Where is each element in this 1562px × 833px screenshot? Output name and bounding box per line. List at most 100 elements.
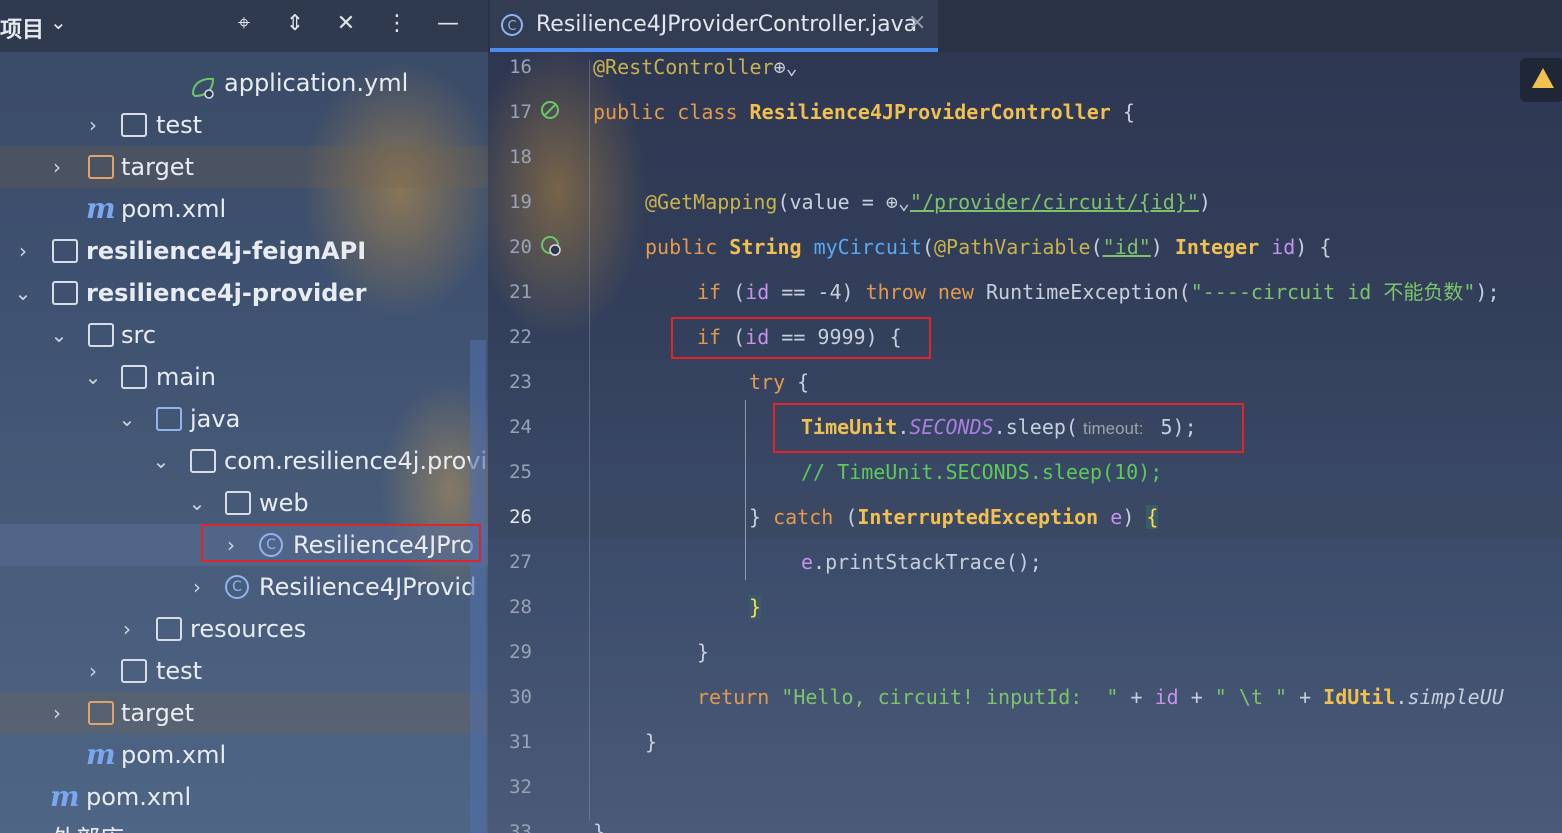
tree-item-module-provider[interactable]: ⌄ resilience4j-provider xyxy=(0,272,488,314)
tree-item-external-libraries[interactable]: 外部库 xyxy=(0,818,488,833)
code-token: ) xyxy=(1198,190,1211,214)
line-number: 32 xyxy=(509,776,532,798)
code-token: // TimeUnit.SECONDS.sleep(10); xyxy=(801,460,1163,484)
package-icon xyxy=(190,449,216,473)
code-token: @GetMapping xyxy=(645,190,778,214)
tab-label: Resilience4JProviderController.java xyxy=(536,12,918,37)
code-line-20: public String myCircuit(@PathVariable("i… xyxy=(645,232,1331,262)
code-token: == -4) xyxy=(769,280,866,304)
spring-boot-class-icon: C xyxy=(225,575,249,599)
tree-item-main[interactable]: ⌄ main xyxy=(0,356,488,398)
chevron-down-icon[interactable]: ⌄ xyxy=(50,10,67,34)
chevron-down-icon[interactable]: ⌄ xyxy=(186,482,208,524)
warning-icon xyxy=(1532,68,1554,88)
tree-item-label: target xyxy=(121,153,194,181)
tree-item-label: main xyxy=(156,363,216,391)
folder-excluded-icon xyxy=(88,155,114,179)
chevron-down-icon[interactable]: ⌄ xyxy=(150,440,172,482)
line-number: 20 xyxy=(509,236,532,258)
tree-item-label: resilience4j-provider xyxy=(86,279,367,307)
tree-item-web[interactable]: ⌄ web xyxy=(0,482,488,524)
resources-folder-icon xyxy=(156,617,182,641)
code-token: { xyxy=(1110,100,1135,124)
tree-item-target[interactable]: › target xyxy=(0,692,488,734)
tree-item-target[interactable]: › target xyxy=(0,146,488,188)
indent-guide xyxy=(589,60,590,820)
project-title[interactable]: 项目 xyxy=(0,12,44,44)
folder-icon xyxy=(121,659,147,683)
chevron-right-icon[interactable]: › xyxy=(82,650,104,692)
tree-scrollbar[interactable] xyxy=(470,340,486,833)
code-token: throw new xyxy=(865,280,987,304)
tree-item-label: Resilience4JProvid xyxy=(259,573,477,601)
chevron-down-icon[interactable]: ⌄ xyxy=(116,398,138,440)
highlight-box xyxy=(201,524,481,562)
maven-icon: m xyxy=(86,738,116,771)
tree-item-java[interactable]: ⌄ java xyxy=(0,398,488,440)
chevron-down-icon[interactable]: ⌄ xyxy=(12,272,34,314)
tree-item-module-feignapi[interactable]: › resilience4j-feignAPI xyxy=(0,230,488,272)
code-token: ( xyxy=(845,505,858,529)
code-token: + xyxy=(1178,685,1215,709)
code-line-27: e.printStackTrace(); xyxy=(801,547,1042,577)
chevron-right-icon[interactable]: › xyxy=(186,566,208,608)
chevron-down-icon[interactable]: ⌄ xyxy=(48,314,70,356)
tree-item-package[interactable]: ⌄ com.resilience4j.provi xyxy=(0,440,488,482)
globe-icon[interactable]: ⊕⌄ xyxy=(886,190,910,214)
tree-item-pom-xml[interactable]: m pom.xml xyxy=(0,188,488,230)
tree-item-src[interactable]: ⌄ src xyxy=(0,314,488,356)
code-line-19: @GetMapping(value = ⊕⌄"/provider/circuit… xyxy=(645,187,1211,217)
tree-item-test[interactable]: › test xyxy=(0,650,488,692)
code-token: { xyxy=(1146,505,1159,529)
tab-resilience4j-controller[interactable]: C Resilience4JProviderController.java × xyxy=(490,0,938,52)
code-token: @PathVariable xyxy=(934,235,1091,259)
tree-item-root-pom-xml[interactable]: m pom.xml xyxy=(0,776,488,818)
code-token: return xyxy=(697,685,782,709)
code-token: public xyxy=(645,235,730,259)
code-token: . xyxy=(1395,685,1408,709)
tree-item-application-yml[interactable]: application.yml xyxy=(0,62,488,104)
chevron-right-icon[interactable]: › xyxy=(12,230,34,272)
line-number: 27 xyxy=(509,551,532,573)
code-token: } xyxy=(645,730,658,754)
minimize-icon[interactable]: — xyxy=(434,10,462,38)
code-editor[interactable]: C Resilience4JProviderController.java × … xyxy=(488,0,1562,833)
inspection-widget[interactable] xyxy=(1520,58,1562,102)
close-icon[interactable]: × xyxy=(908,10,926,35)
locate-icon[interactable]: ⌖ xyxy=(230,10,258,38)
code-token: e xyxy=(801,550,814,574)
chevron-right-icon[interactable]: › xyxy=(46,692,68,734)
tree-item-label: resilience4j-feignAPI xyxy=(86,237,367,265)
code-token: } xyxy=(749,595,762,619)
maven-icon: m xyxy=(50,780,80,813)
chevron-right-icon[interactable]: › xyxy=(116,608,138,650)
collapse-all-icon[interactable]: ✕ xyxy=(332,10,360,38)
expand-all-icon[interactable]: ⇕ xyxy=(281,10,309,38)
line-number: 30 xyxy=(509,686,532,708)
tree-item-label: resources xyxy=(190,615,307,643)
chevron-down-icon[interactable]: ⌄ xyxy=(82,356,104,398)
code-token: "id" xyxy=(1102,235,1151,259)
endpoint-icon[interactable] xyxy=(540,235,562,257)
tree-item-label: test xyxy=(156,657,203,685)
tree-item-main-class[interactable]: › C Resilience4JProvid xyxy=(0,566,488,608)
line-number: 16 xyxy=(509,56,532,78)
line-number: 19 xyxy=(509,191,532,213)
code-line-30: return "Hello, circuit! inputId: " + id … xyxy=(697,682,1504,712)
spring-bean-icon[interactable] xyxy=(540,100,562,122)
editor-tab-bar: C Resilience4JProviderController.java × xyxy=(488,0,1562,52)
code-token: id xyxy=(745,280,770,304)
more-options-icon[interactable]: ⋮ xyxy=(383,10,411,38)
chevron-right-icon[interactable]: › xyxy=(46,146,68,188)
code-token: + xyxy=(1287,685,1324,709)
line-number: 17 xyxy=(509,101,532,123)
chevron-right-icon[interactable]: › xyxy=(82,104,104,146)
code-token: String xyxy=(729,235,814,259)
code-token: { xyxy=(797,370,810,394)
tree-item-resources[interactable]: › resources xyxy=(0,608,488,650)
tree-item-test[interactable]: › test xyxy=(0,104,488,146)
globe-icon[interactable]: ⊕⌄ xyxy=(774,55,798,79)
code-line-23: try { xyxy=(749,367,809,397)
tree-item-label: 外部库 xyxy=(52,818,124,833)
tree-item-pom-xml[interactable]: m pom.xml xyxy=(0,734,488,776)
